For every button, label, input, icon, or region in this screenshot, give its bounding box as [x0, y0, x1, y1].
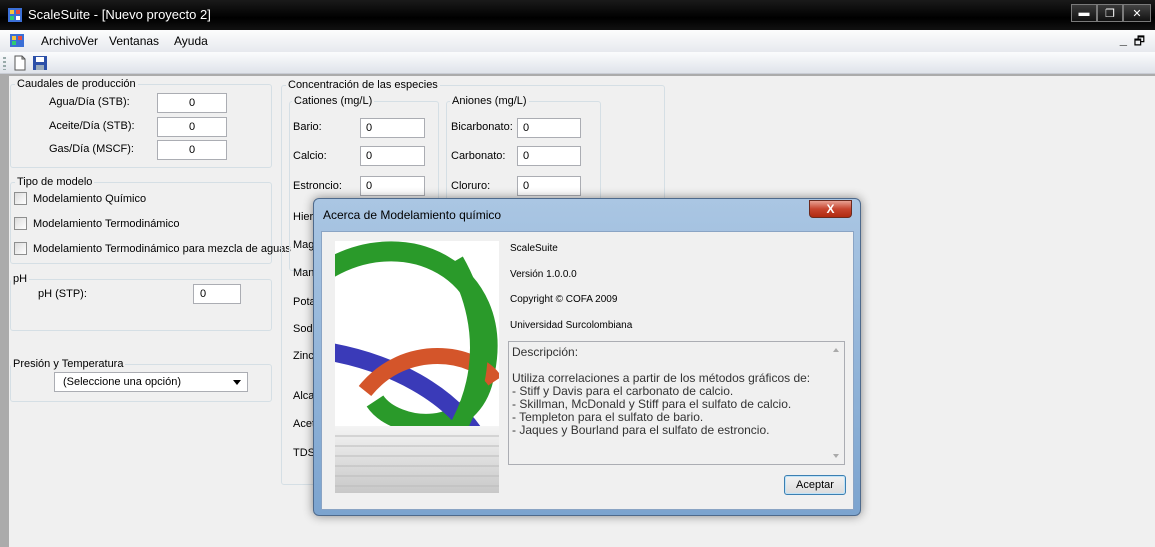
modelo-title: Tipo de modelo [15, 176, 95, 188]
gas-input[interactable]: 0 [157, 140, 227, 160]
menu-ventanas[interactable]: Ventanas [109, 34, 159, 48]
carbonato-input[interactable]: 0 [517, 146, 581, 166]
menu-bar: Archivo Ver Ventanas Ayuda _ 🗗 [0, 30, 1155, 52]
bario-input[interactable]: 0 [360, 118, 425, 138]
accept-button[interactable]: Aceptar [784, 475, 846, 495]
aceite-label: Aceite/Día (STB): [49, 120, 135, 132]
check-modelamiento-quimico[interactable]: Modelamiento Químico [14, 192, 146, 205]
bicarbonato-label: Bicarbonato: [451, 121, 513, 133]
check-label: Modelamiento Termodinámico [33, 217, 180, 230]
estroncio-label: Estroncio: [293, 180, 342, 192]
checkbox-box[interactable] [14, 192, 27, 205]
concentracion-title: Concentración de las especies [286, 79, 440, 91]
new-file-icon[interactable] [12, 55, 28, 71]
calcio-label: Calcio: [293, 150, 327, 162]
gas-label: Gas/Día (MSCF): [49, 143, 134, 155]
presion-selected: (Seleccione una opción) [63, 376, 182, 388]
app-icon [8, 8, 22, 22]
caudales-title: Caudales de producción [15, 78, 138, 90]
about-dialog: Acerca de Modelamiento químico X ScaleSu… [313, 198, 861, 516]
menu-ayuda[interactable]: Ayuda [174, 34, 208, 48]
company-text: Universidad Surcolombiana [510, 320, 633, 331]
ph-title: pH [11, 273, 30, 285]
dialog-title: Acerca de Modelamiento químico [323, 208, 502, 222]
scroll-down-icon[interactable] [833, 454, 839, 458]
mdi-restore-button[interactable]: 🗗 [1134, 32, 1145, 53]
dialog-close-button[interactable]: X [809, 200, 852, 218]
checkbox-box[interactable] [14, 242, 27, 255]
copyright-text: Copyright © COFA 2009 [510, 294, 618, 305]
bicarbonato-input[interactable]: 0 [517, 118, 581, 138]
save-icon[interactable] [32, 55, 48, 71]
bario-label: Bario: [293, 121, 322, 133]
description-textbox[interactable]: Descripción: Utiliza correlaciones a par… [508, 341, 845, 465]
check-label: Modelamiento Termodinámico para mezcla d… [33, 242, 291, 255]
presion-select[interactable]: (Seleccione una opción) [54, 372, 248, 392]
cloruro-label: Cloruro: [451, 180, 491, 192]
agua-input[interactable]: 0 [157, 93, 227, 113]
checkbox-box[interactable] [14, 217, 27, 230]
sodio-label: Sodi [293, 323, 316, 335]
close-button[interactable]: ✕ [1123, 4, 1151, 22]
mdi-minimize-button[interactable]: _ [1120, 32, 1127, 47]
chevron-down-icon[interactable] [233, 380, 241, 385]
ph-input[interactable]: 0 [193, 284, 241, 304]
check-label: Modelamiento Químico [33, 192, 147, 205]
carbonato-label: Carbonato: [451, 150, 506, 162]
toolbar [0, 52, 1155, 74]
title-bar: ScaleSuite - [Nuevo proyecto 2] ▬ ❐ ✕ [0, 0, 1155, 30]
minimize-button[interactable]: ▬ [1071, 4, 1097, 22]
zinc-label: Zinc [293, 350, 314, 362]
scroll-up-icon[interactable] [833, 348, 839, 352]
document-icon [10, 34, 24, 47]
cationes-title: Cationes (mg/L) [292, 95, 375, 107]
aceite-input[interactable]: 0 [157, 117, 227, 137]
window-title: ScaleSuite - [Nuevo proyecto 2] [28, 7, 211, 22]
check-modelamiento-termodinamico[interactable]: Modelamiento Termodinámico [14, 217, 180, 230]
presion-title: Presión y Temperatura [11, 358, 126, 370]
toolbar-grip[interactable] [3, 57, 6, 70]
version-text: Versión 1.0.0.0 [510, 269, 577, 280]
estroncio-input[interactable]: 0 [360, 176, 425, 196]
agua-label: Agua/Día (STB): [49, 96, 130, 108]
menu-ver[interactable]: Ver [80, 34, 98, 48]
acetato-label: Acet [293, 418, 316, 430]
rings-logo-image [335, 241, 499, 493]
check-modelamiento-mezcla[interactable]: Modelamiento Termodinámico para mezcla d… [14, 242, 291, 255]
description-text: Descripción: Utiliza correlaciones a par… [512, 345, 811, 437]
ph-label: pH (STP): [38, 288, 87, 300]
cloruro-input[interactable]: 0 [517, 176, 581, 196]
menu-archivo[interactable]: Archivo [41, 34, 81, 48]
tds-label: TDS [293, 447, 315, 459]
maximize-button[interactable]: ❐ [1097, 4, 1123, 22]
calcio-input[interactable]: 0 [360, 146, 425, 166]
aniones-title: Aniones (mg/L) [450, 95, 529, 107]
dialog-body: ScaleSuite Versión 1.0.0.0 Copyright © C… [321, 231, 854, 510]
product-name: ScaleSuite [510, 243, 558, 254]
